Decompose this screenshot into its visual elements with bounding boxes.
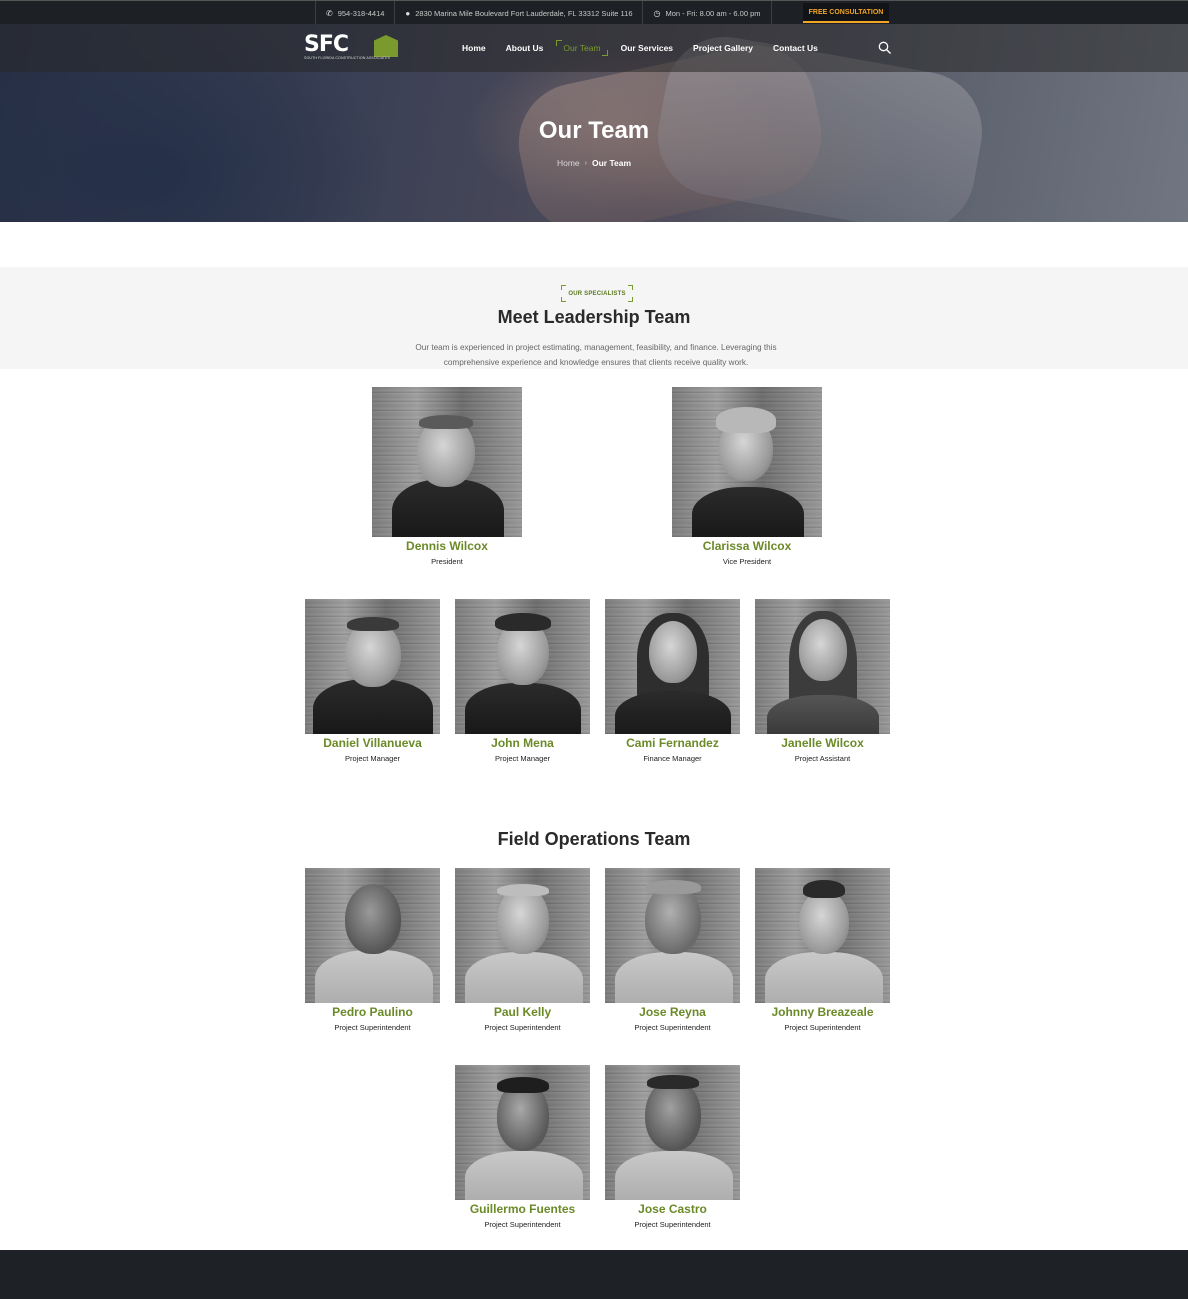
address-text: 2830 Marina Mile Boulevard Fort Lauderda… <box>415 8 633 18</box>
member-name: Cami Fernandez <box>626 736 719 750</box>
top-bar: ✆ 954-318-4414 ● 2830 Marina Mile Boulev… <box>0 0 1188 25</box>
member-role: Project Superintendent <box>334 1023 411 1032</box>
member-role: President <box>431 557 463 566</box>
member-name: Dennis Wilcox <box>406 539 488 553</box>
member-role: Project Superintendent <box>484 1023 561 1032</box>
team-photo <box>305 868 440 1003</box>
member-name: Clarissa Wilcox <box>702 539 792 553</box>
member-role: Project Superintendent <box>634 1220 711 1229</box>
free-consultation-button[interactable]: FREE CONSULTATION <box>803 3 889 23</box>
member-role: Project Superintendent <box>784 1023 861 1032</box>
member-role: Project Manager <box>494 754 551 763</box>
logo[interactable]: SFC SOUTH FLORIDA CONSTRUCTION ASSOCIATE… <box>304 34 398 62</box>
search-icon[interactable] <box>878 41 892 55</box>
breadcrumb-current: Our Team <box>591 158 632 168</box>
phone-item[interactable]: ✆ 954-318-4414 <box>315 1 394 25</box>
member-name: John Mena <box>491 736 554 750</box>
nav-our-services[interactable]: Our Services <box>611 37 683 59</box>
clock-icon: ◷ <box>653 8 661 18</box>
leadership-heading: Meet Leadership Team <box>497 307 691 327</box>
member-name: Jose Reyna <box>639 1005 706 1019</box>
team-photo <box>755 868 890 1003</box>
nav-home[interactable]: Home <box>452 37 496 59</box>
map-pin-icon: ● <box>405 8 411 18</box>
nav-project-gallery[interactable]: Project Gallery <box>683 37 763 59</box>
member-name: Daniel Villanueva <box>323 736 422 750</box>
member-name: Jose Castro <box>638 1202 707 1216</box>
team-photo <box>455 599 590 734</box>
member-role: Project Assistant <box>794 754 851 763</box>
team-photo <box>305 599 440 734</box>
site-footer <box>0 1250 1188 1299</box>
team-photo <box>455 1065 590 1200</box>
building-logo-icon <box>374 35 398 57</box>
member-role: Finance Manager <box>643 754 702 763</box>
member-name: Paul Kelly <box>493 1005 552 1019</box>
team-photo <box>605 868 740 1003</box>
hero-banner: SFC SOUTH FLORIDA CONSTRUCTION ASSOCIATE… <box>0 24 1188 222</box>
address-item[interactable]: ● 2830 Marina Mile Boulevard Fort Lauder… <box>394 1 642 25</box>
intro-paragraph: Our team is experienced in project estim… <box>415 343 777 367</box>
main-navigation: SFC SOUTH FLORIDA CONSTRUCTION ASSOCIATE… <box>0 24 1188 72</box>
hours-item: ◷ Mon - Fri: 8.00 am - 6.00 pm <box>642 1 772 25</box>
nav-our-team[interactable]: Our Team <box>553 37 610 59</box>
page-title: Our Team <box>538 117 650 144</box>
member-name: Johnny Breazeale <box>771 1005 874 1019</box>
field-operations-heading: Field Operations Team <box>497 829 691 849</box>
nav-menu: Home About Us Our Team Our Services Proj… <box>452 37 828 59</box>
hours-text: Mon - Fri: 8.00 am - 6.00 pm <box>665 8 761 18</box>
team-photo <box>605 599 740 734</box>
section-tag: OUR SPECIALISTS <box>561 285 633 302</box>
logo-subtitle: SOUTH FLORIDA CONSTRUCTION ASSOCIATES <box>304 56 391 60</box>
member-role: Vice President <box>722 557 772 566</box>
member-name: Pedro Paulino <box>332 1005 413 1019</box>
member-role: Project Superintendent <box>634 1023 711 1032</box>
phone-text: 954-318-4414 <box>337 8 385 18</box>
team-photo <box>455 868 590 1003</box>
member-role: Project Superintendent <box>484 1220 561 1229</box>
team-photo <box>372 387 522 537</box>
chevron-right-icon: › <box>584 160 587 167</box>
section-tag-label: OUR SPECIALISTS <box>568 290 626 297</box>
nav-about-us[interactable]: About Us <box>496 37 554 59</box>
nav-contact-us[interactable]: Contact Us <box>763 37 828 59</box>
logo-text: SFC <box>304 32 349 57</box>
member-name: Janelle Wilcox <box>781 736 864 750</box>
team-photo <box>755 599 890 734</box>
phone-icon: ✆ <box>326 8 333 18</box>
member-role: Project Manager <box>344 754 401 763</box>
team-photo <box>672 387 822 537</box>
member-name: Guillermo Fuentes <box>469 1202 576 1216</box>
contact-strip: ✆ 954-318-4414 ● 2830 Marina Mile Boulev… <box>315 1 772 25</box>
breadcrumb-home[interactable]: Home <box>557 158 580 168</box>
team-photo <box>605 1065 740 1200</box>
breadcrumb: Home › Our Team <box>0 158 1188 168</box>
